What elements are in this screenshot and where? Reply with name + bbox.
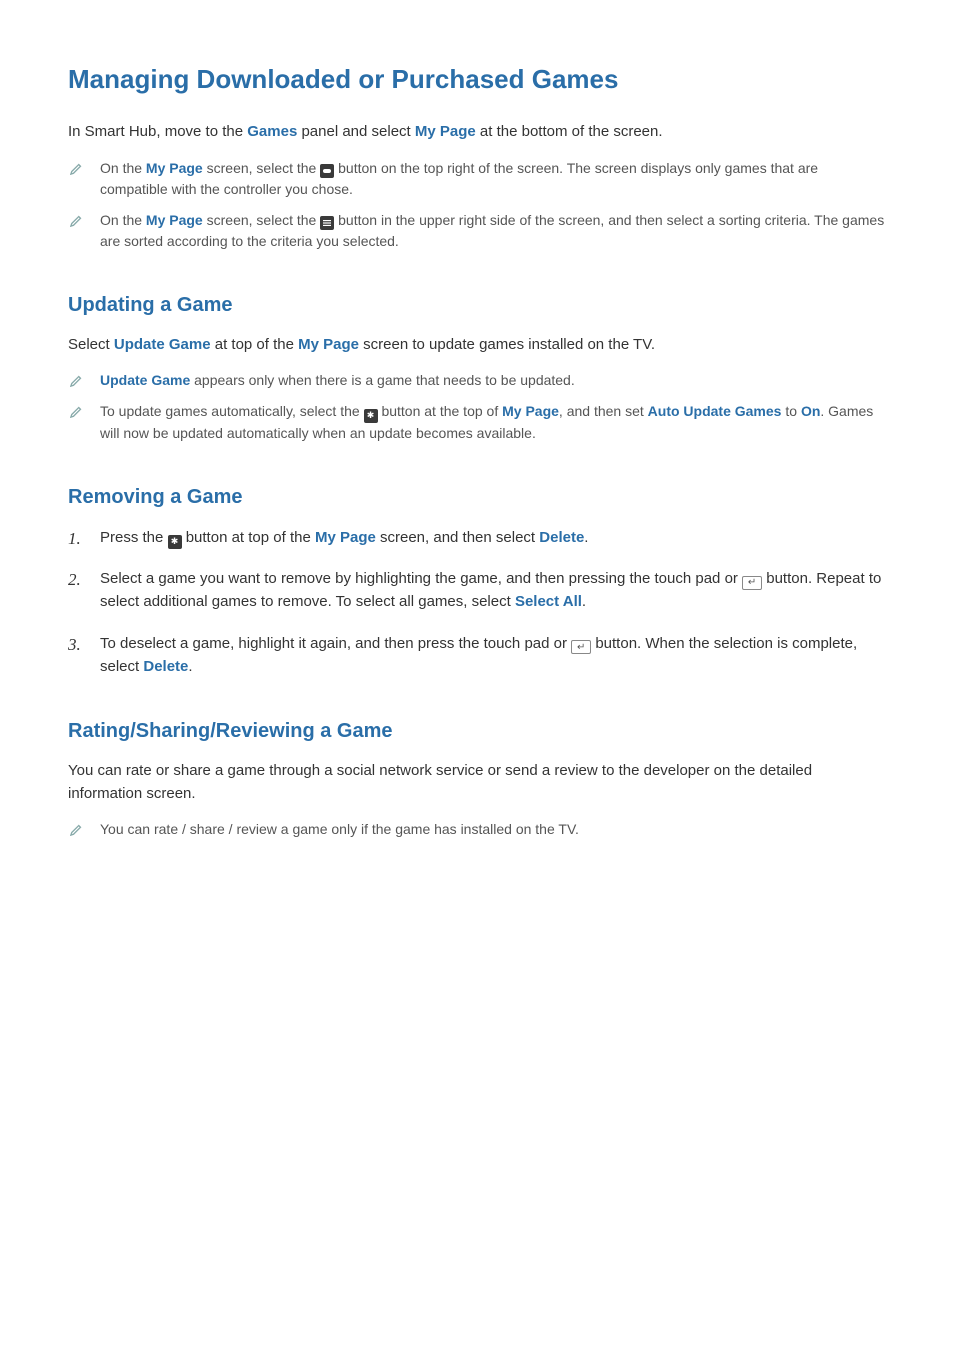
enter-icon: ↵ [742, 576, 762, 590]
mypage-link: My Page [298, 336, 359, 353]
text: . [188, 658, 192, 675]
pencil-icon [70, 160, 84, 181]
text: screen, select the [203, 212, 321, 228]
text: , and then set [559, 403, 648, 419]
removing-section: Removing a Game 1. Press the ✱ button at… [68, 482, 886, 678]
text: Select a game you want to remove by high… [100, 570, 742, 587]
gear-icon: ✱ [168, 535, 182, 549]
pencil-icon [70, 403, 84, 424]
text: at top of the [211, 336, 299, 353]
mypage-link: My Page [146, 212, 203, 228]
text: screen, select the [203, 160, 321, 176]
updategame-link: Update Game [100, 372, 190, 388]
pencil-icon [70, 821, 84, 842]
step-item: 2. Select a game you want to remove by h… [100, 567, 886, 614]
text: appears only when there is a game that n… [190, 372, 575, 388]
step-number: 1. [68, 526, 81, 552]
text: to [781, 403, 800, 419]
text: To deselect a game, highlight it again, … [100, 635, 571, 652]
text: You can rate / share / review a game onl… [100, 821, 579, 837]
text: button at the top of [381, 403, 502, 419]
rating-section: Rating/Sharing/Reviewing a Game You can … [68, 716, 886, 840]
delete-link: Delete [143, 658, 188, 675]
updating-notes: Update Game appears only when there is a… [68, 370, 886, 444]
mypage-link: My Page [415, 123, 476, 140]
removing-heading: Removing a Game [68, 482, 886, 512]
updating-intro: Select Update Game at top of the My Page… [68, 334, 886, 357]
note-item: To update games automatically, select th… [100, 401, 886, 444]
text: Press the [100, 529, 168, 546]
gear-icon: ✱ [364, 409, 378, 423]
notes-list: On the My Page screen, select the button… [68, 158, 886, 252]
rating-intro: You can rate or share a game through a s… [68, 760, 886, 805]
intro-text: In Smart Hub, move to the Games panel an… [68, 121, 886, 144]
note-item: You can rate / share / review a game onl… [100, 819, 886, 840]
step-item: 1. Press the ✱ button at top of the My P… [100, 526, 886, 549]
mypage-link: My Page [146, 160, 203, 176]
removing-steps: 1. Press the ✱ button at top of the My P… [68, 526, 886, 678]
text: at the bottom of the screen. [476, 123, 663, 140]
list-icon [320, 216, 334, 230]
text: screen, and then select [376, 529, 539, 546]
note-item: On the My Page screen, select the button… [100, 210, 886, 252]
note-item: On the My Page screen, select the button… [100, 158, 886, 200]
delete-link: Delete [539, 529, 584, 546]
rating-notes: You can rate / share / review a game onl… [68, 819, 886, 840]
text: On the [100, 212, 146, 228]
text: screen to update games installed on the … [359, 336, 655, 353]
pencil-icon [70, 212, 84, 233]
text: button at top of the [186, 529, 315, 546]
text: Select [68, 336, 114, 353]
text: . [584, 529, 588, 546]
autoupdate-link: Auto Update Games [648, 403, 782, 419]
rating-heading: Rating/Sharing/Reviewing a Game [68, 716, 886, 746]
text: In Smart Hub, move to the [68, 123, 247, 140]
pencil-icon [70, 372, 84, 393]
step-number: 2. [68, 567, 81, 593]
mypage-link: My Page [502, 403, 559, 419]
selectall-link: Select All [515, 593, 582, 610]
step-number: 3. [68, 632, 81, 658]
on-link: On [801, 403, 820, 419]
games-link: Games [247, 123, 297, 140]
text: panel and select [297, 123, 415, 140]
enter-icon: ↵ [571, 640, 591, 654]
updategame-link: Update Game [114, 336, 211, 353]
updating-heading: Updating a Game [68, 290, 886, 320]
text: To update games automatically, select th… [100, 403, 364, 419]
mypage-link: My Page [315, 529, 376, 546]
updating-section: Updating a Game Select Update Game at to… [68, 290, 886, 444]
text: On the [100, 160, 146, 176]
page-title: Managing Downloaded or Purchased Games [68, 60, 886, 99]
note-item: Update Game appears only when there is a… [100, 370, 886, 391]
text: . [582, 593, 586, 610]
controller-icon [320, 164, 334, 178]
step-item: 3. To deselect a game, highlight it agai… [100, 632, 886, 679]
